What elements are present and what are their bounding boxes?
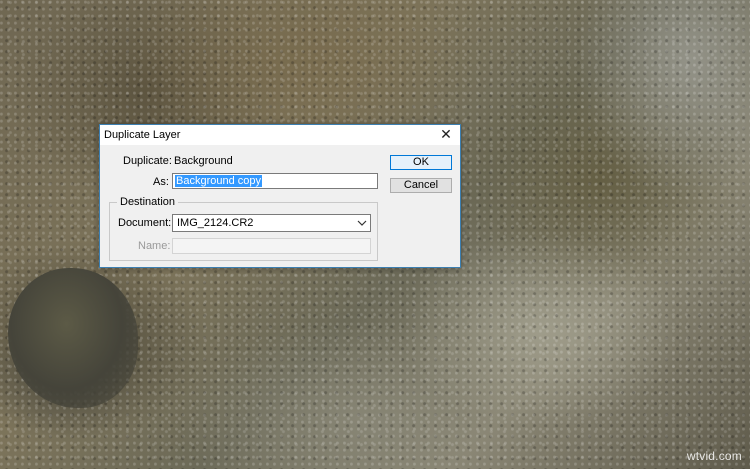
duplicate-value: Background [174, 155, 233, 167]
close-button[interactable]: ✕ [438, 126, 454, 143]
duplicate-layer-dialog: Duplicate Layer ✕ Duplicate: Background … [99, 124, 461, 268]
document-label: Document: [118, 217, 172, 229]
dialog-title: Duplicate Layer [104, 129, 181, 141]
document-select[interactable]: IMG_2124.CR2 [172, 214, 371, 232]
dialog-titlebar[interactable]: Duplicate Layer ✕ [100, 125, 460, 145]
ok-button[interactable]: OK [390, 155, 452, 170]
chevron-down-icon [357, 220, 367, 226]
as-input-selected-text: Background copy [175, 175, 262, 187]
close-icon: ✕ [440, 126, 452, 142]
watermark-text: wtvid.com [686, 449, 742, 463]
as-input[interactable]: Background copy [172, 173, 378, 189]
duplicate-label: Duplicate: [123, 155, 172, 167]
name-label: Name: [138, 240, 171, 252]
destination-legend: Destination [117, 196, 179, 208]
name-input[interactable] [172, 238, 371, 254]
as-label: As: [153, 176, 169, 188]
cancel-button[interactable]: Cancel [390, 178, 452, 193]
document-select-value: IMG_2124.CR2 [177, 217, 254, 229]
